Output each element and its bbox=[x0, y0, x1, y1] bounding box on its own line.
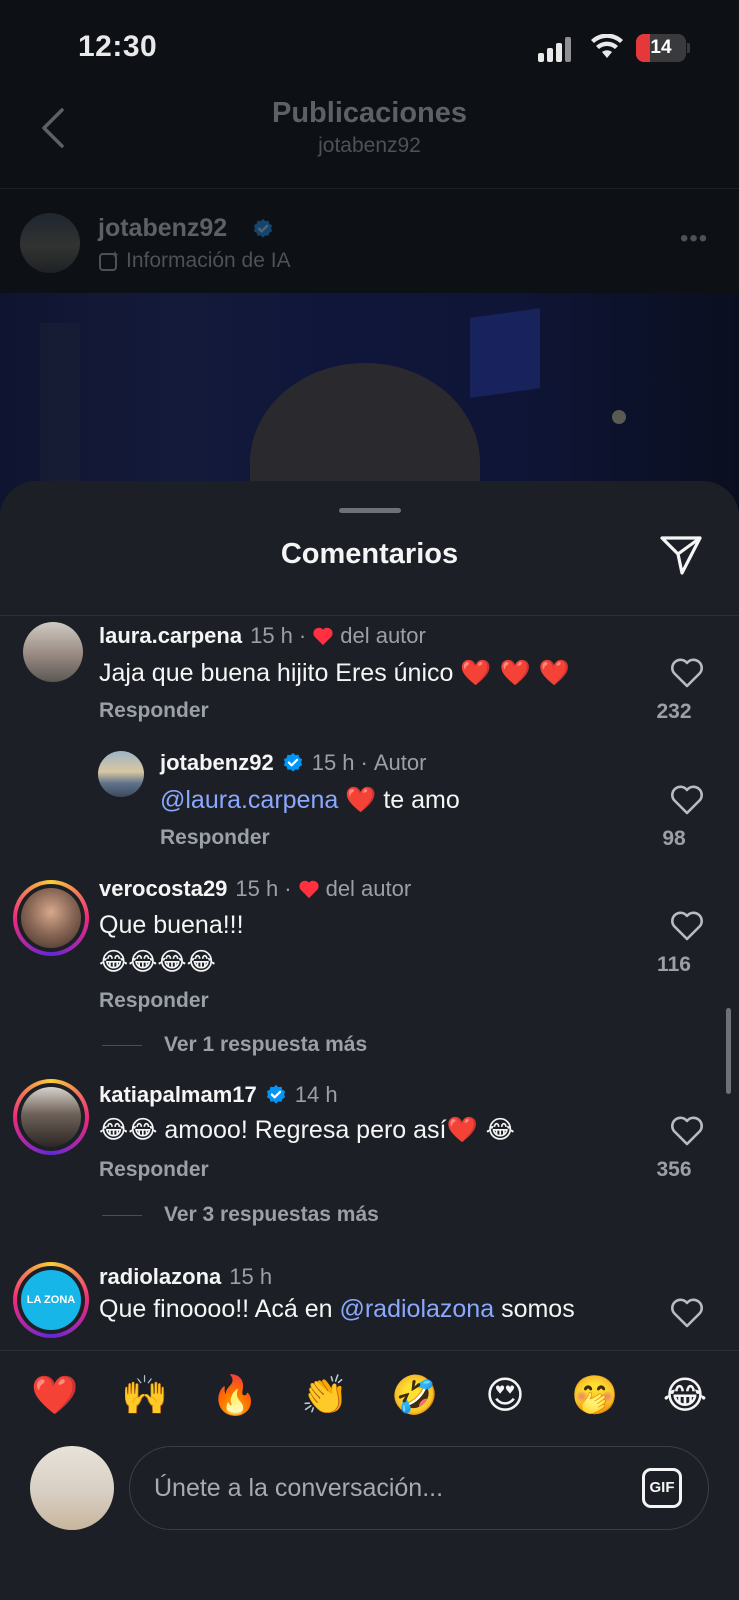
reaction-tears-of-joy[interactable]: 😂 bbox=[657, 1373, 713, 1417]
comment-username[interactable]: radiolazona bbox=[99, 1264, 221, 1290]
verified-icon bbox=[283, 752, 302, 772]
share-icon[interactable] bbox=[658, 533, 704, 577]
reply-button[interactable]: Responder bbox=[99, 1158, 209, 1182]
liked-by-author-label: del autor bbox=[340, 623, 426, 648]
avatar-logo-text: LA ZONA bbox=[26, 1294, 76, 1306]
reply-button[interactable]: Responder bbox=[160, 826, 270, 850]
like-count: 98 bbox=[662, 827, 686, 850]
comment-reply-item: jotabenz92 15 h · Autor @laura.carpena ❤… bbox=[0, 737, 739, 857]
ai-info-icon bbox=[99, 251, 119, 271]
comment-time: 15 h bbox=[229, 1264, 273, 1289]
like-heart-icon[interactable] bbox=[670, 1298, 704, 1328]
mention-link[interactable]: @laura.carpena bbox=[160, 786, 338, 814]
comment-username[interactable]: katiapalmam17 bbox=[99, 1082, 257, 1108]
commenter-avatar[interactable] bbox=[23, 622, 83, 682]
divider bbox=[0, 188, 739, 189]
verified-icon bbox=[253, 218, 273, 238]
reaction-raising-hands[interactable]: 🙌 bbox=[117, 1373, 173, 1418]
story-ring-avatar[interactable] bbox=[13, 1079, 89, 1155]
comment-input-container: GIF bbox=[129, 1446, 709, 1530]
comment-emojis: ❤️ bbox=[345, 785, 377, 814]
like-heart-icon[interactable] bbox=[670, 658, 704, 688]
like-heart-icon[interactable] bbox=[670, 785, 704, 815]
comment-item: LA ZONA radiolazona 15 h Que finoooo!! A… bbox=[0, 1262, 739, 1350]
like-heart-icon[interactable] bbox=[670, 1116, 704, 1146]
reaction-hand-over-mouth[interactable]: 🤭 bbox=[567, 1373, 623, 1418]
comment-time: 15 h bbox=[235, 876, 279, 901]
comment-username[interactable]: jotabenz92 bbox=[160, 750, 274, 776]
reply-button[interactable]: Responder bbox=[99, 699, 209, 723]
view-more-replies-button[interactable]: Ver 3 respuestas más bbox=[102, 1203, 379, 1227]
reaction-clapping[interactable]: 👏 bbox=[297, 1373, 353, 1418]
post-author-username[interactable]: jotabenz92 bbox=[98, 214, 227, 243]
comment-time: 15 h bbox=[250, 623, 293, 648]
sheet-grabber[interactable] bbox=[339, 508, 401, 513]
reply-button[interactable]: Responder bbox=[99, 989, 209, 1013]
liked-by-author-heart-icon bbox=[313, 627, 333, 646]
story-ring-avatar[interactable]: LA ZONA bbox=[13, 1262, 89, 1338]
author-badge: Autor bbox=[373, 750, 427, 775]
reaction-heart-eyes[interactable]: 😍 bbox=[477, 1373, 533, 1417]
status-time: 12:30 bbox=[78, 30, 158, 63]
comment-text: Que buena!!! bbox=[99, 911, 244, 939]
more-options-icon[interactable]: ••• bbox=[680, 225, 708, 253]
comment-username[interactable]: laura.carpena bbox=[99, 623, 242, 649]
comment-time: 14 h bbox=[294, 1082, 338, 1107]
wifi-icon bbox=[591, 34, 623, 58]
page-subtitle: jotabenz92 bbox=[318, 134, 421, 157]
comment-input[interactable] bbox=[154, 1447, 614, 1529]
status-bar: 12:30 14 bbox=[0, 0, 739, 95]
comment-text: 😂😂 amooo! Regresa pero así❤️ 😂 bbox=[99, 1115, 515, 1144]
sheet-title: Comentarios bbox=[280, 538, 459, 570]
verified-icon bbox=[266, 1084, 285, 1104]
reaction-fire[interactable]: 🔥 bbox=[207, 1373, 263, 1418]
battery-icon: 14 bbox=[636, 34, 690, 62]
comment-text: Jaja que buena hijito Eres único ❤️ ❤️ ❤… bbox=[99, 658, 570, 687]
mention-link[interactable]: @radiolazona bbox=[339, 1295, 494, 1323]
comment-text: @laura.carpena ❤️ te amo bbox=[160, 785, 460, 814]
reaction-rofl[interactable]: 🤣 bbox=[387, 1373, 443, 1418]
post-background: 12:30 14 Publicaciones jotabenz92 jotabe… bbox=[0, 0, 739, 563]
scrollbar[interactable] bbox=[726, 1008, 731, 1094]
ai-info-link[interactable]: Información de IA bbox=[98, 249, 291, 273]
post-author-avatar[interactable] bbox=[20, 213, 80, 273]
comment-item: laura.carpena 15 h · del autor Jaja que … bbox=[0, 610, 739, 730]
comment-text: Que finoooo!! Acá en @radiolazona somos bbox=[99, 1295, 575, 1323]
comment-composer: ❤️ 🙌 🔥 👏 🤣 😍 🤭 😂 GIF bbox=[0, 1350, 739, 1600]
story-ring-avatar[interactable] bbox=[13, 880, 89, 956]
ai-info-label: Información de IA bbox=[126, 249, 291, 272]
like-heart-icon[interactable] bbox=[670, 911, 704, 941]
liked-by-author-label: del autor bbox=[325, 876, 412, 901]
comment-item: verocosta29 15 h · del autor Que buena!!… bbox=[0, 863, 739, 1063]
battery-level: 14 bbox=[650, 37, 672, 58]
comment-item: katiapalmam17 14 h 😂😂 amooo! Regresa per… bbox=[0, 1079, 739, 1239]
comment-emojis: ❤️ ❤️ ❤️ bbox=[460, 658, 570, 687]
comment-time: 15 h bbox=[311, 750, 355, 775]
current-user-avatar bbox=[30, 1446, 114, 1530]
cellular-signal-icon bbox=[538, 36, 574, 62]
liked-by-author-heart-icon bbox=[299, 880, 319, 899]
gif-button[interactable]: GIF bbox=[642, 1468, 682, 1508]
like-count: 116 bbox=[657, 953, 691, 976]
like-count: 232 bbox=[656, 700, 692, 723]
view-more-replies-button[interactable]: Ver 1 respuesta más bbox=[102, 1033, 367, 1057]
reaction-heart[interactable]: ❤️ bbox=[27, 1373, 83, 1418]
comment-username[interactable]: verocosta29 bbox=[99, 876, 227, 902]
comment-emojis: 😂😂😂😂 bbox=[99, 947, 216, 976]
quick-reactions: ❤️ 🙌 🔥 👏 🤣 😍 🤭 😂 bbox=[0, 1373, 739, 1423]
page-title: Publicaciones bbox=[271, 97, 467, 129]
like-count: 356 bbox=[656, 1158, 692, 1181]
commenter-avatar[interactable] bbox=[98, 751, 144, 797]
